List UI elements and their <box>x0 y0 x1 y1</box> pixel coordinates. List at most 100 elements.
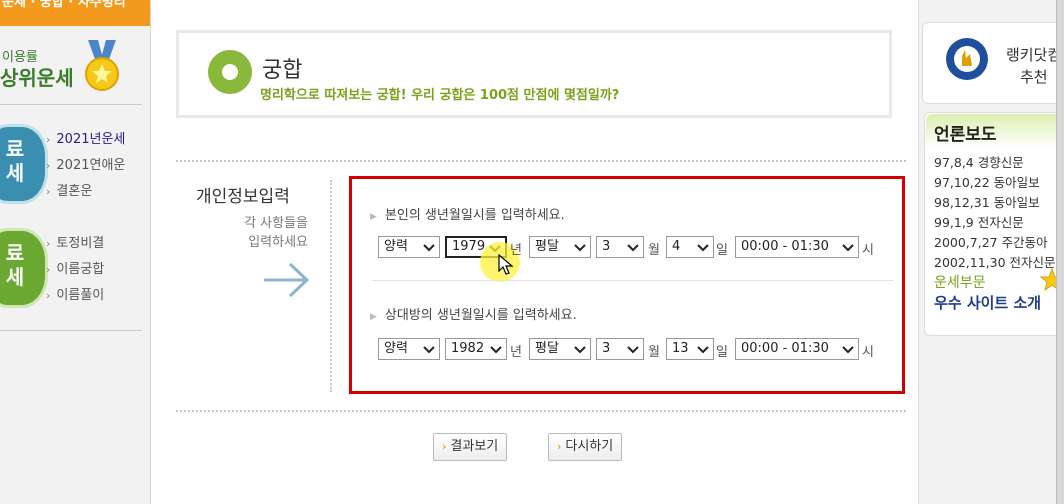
press-item[interactable]: 97,10,22 동아일보 <box>934 172 1040 191</box>
sidebar-item-label: 이름풀이 <box>56 288 105 303</box>
award-title[interactable]: 우수 사이트 소개 <box>934 292 1041 313</box>
sidebar-item-2021-fortune[interactable]: › 2021년운세 <box>46 128 125 147</box>
badge-line: 세 <box>5 161 25 185</box>
person1-day-select[interactable]: 4 <box>666 236 714 258</box>
person2-month-select[interactable]: 3 <box>596 338 644 360</box>
badge-line: 료 <box>5 137 25 161</box>
press-item[interactable]: 2000,7,27 주간동아 <box>934 232 1048 251</box>
page-title: 궁합 <box>262 58 303 83</box>
page-subtitle: 명리학으로 따져보는 궁합! 우리 궁합은 100점 만점에 몇점일까? <box>260 88 620 103</box>
chevron-down-icon <box>627 244 639 252</box>
arrow-right-icon <box>264 262 310 298</box>
rankey-text: 추천 <box>1020 68 1048 86</box>
select-value: 00:00 - 01:30 <box>741 239 829 254</box>
chevron-right-icon: › <box>46 289 51 302</box>
row-divider <box>372 280 894 281</box>
person2-day-select[interactable]: 13 <box>666 338 714 360</box>
chevron-down-icon <box>842 346 854 354</box>
chevron-down-icon <box>697 244 709 252</box>
sidebar-item-tojeong[interactable]: › 토정비결 <box>46 232 104 251</box>
chevron-right-icon: › <box>46 185 51 198</box>
award-category: 운세부문 <box>934 275 986 291</box>
chevron-down-icon <box>627 346 639 354</box>
sidebar-item-name-match[interactable]: › 이름궁합 <box>46 258 104 277</box>
sidebar-item-2021-love[interactable]: › 2021연애운 <box>46 154 125 173</box>
badge-line: 료 <box>5 241 25 265</box>
person2-month-type-select[interactable]: 평달 <box>529 338 591 360</box>
person2-calendar-select[interactable]: 양력 <box>378 338 440 360</box>
usage-title[interactable]: 상위운세 <box>0 62 74 91</box>
chevron-down-icon <box>423 244 435 252</box>
result-button[interactable]: › 결과보기 <box>433 433 508 461</box>
person1-calendar-select[interactable]: 양력 <box>378 236 440 258</box>
select-value: 양력 <box>384 239 408 254</box>
sidebar-divider <box>0 104 142 105</box>
sidebar-item-label: 2021연애운 <box>56 158 126 173</box>
press-title: 언론보도 <box>934 125 997 145</box>
select-value: 4 <box>672 239 681 254</box>
section-description: 입력하세요 <box>248 235 308 250</box>
result-button-label: 결과보기 <box>450 439 499 454</box>
top-banner-text: 운세 · 궁합 · 사주명리 <box>2 0 126 10</box>
rankey-text: 랭키닷컴 <box>1006 46 1062 64</box>
sidebar-item-label: 결혼운 <box>56 184 93 199</box>
retry-button-label: 다시하기 <box>565 439 614 454</box>
section-description: 각 사항들을 <box>244 216 308 231</box>
chevron-right-icon: › <box>442 440 447 453</box>
chevron-down-icon <box>423 346 435 354</box>
chevron-down-icon <box>574 346 586 354</box>
press-item[interactable]: 99,1,9 전자신문 <box>934 212 1024 231</box>
press-item[interactable]: 98,12,31 동아일보 <box>934 192 1040 211</box>
sidebar-item-label: 이름궁합 <box>56 262 105 277</box>
time-unit: 시 <box>862 345 874 360</box>
select-value: 양력 <box>384 341 408 356</box>
rankey-logo-icon <box>946 38 988 80</box>
vertical-dotted-divider <box>330 180 332 392</box>
sidebar-item-marriage[interactable]: › 결혼운 <box>46 180 92 199</box>
window-edge <box>1056 0 1064 504</box>
chevron-right-icon: › <box>46 263 51 276</box>
person1-month-type-select[interactable]: 평달 <box>529 236 591 258</box>
month-unit: 월 <box>648 345 660 360</box>
select-value: 00:00 - 01:30 <box>741 341 829 356</box>
person1-month-select[interactable]: 3 <box>596 236 644 258</box>
time-unit: 시 <box>862 243 874 258</box>
fortune-badge-green: 료 세 <box>0 228 48 308</box>
ring-icon <box>208 50 252 94</box>
person2-year-select[interactable]: 1982 <box>445 338 507 360</box>
person1-time-select[interactable]: 00:00 - 01:30 <box>735 236 859 258</box>
person2-label: ▶ 상대방의 생년월일시를 입력하세요. <box>370 304 577 323</box>
person1-label: ▶ 본인의 생년월일시를 입력하세요. <box>370 204 565 223</box>
select-value: 3 <box>602 239 611 254</box>
section-title: 개인정보입력 <box>196 187 290 207</box>
select-value: 1979 <box>452 239 486 254</box>
year-unit: 년 <box>510 345 522 360</box>
chevron-right-icon: › <box>46 133 51 146</box>
chevron-right-icon: › <box>46 237 51 250</box>
chevron-down-icon <box>842 244 854 252</box>
sidebar-item-label: 2021년운세 <box>56 132 126 147</box>
press-item[interactable]: 97,8,4 경향신문 <box>934 152 1024 171</box>
dotted-divider <box>176 410 906 412</box>
select-value: 3 <box>602 341 611 356</box>
person2-time-select[interactable]: 00:00 - 01:30 <box>735 338 859 360</box>
medal-icon <box>85 40 119 91</box>
sidebar-item-name-reading[interactable]: › 이름풀이 <box>46 284 104 303</box>
sidebar-divider <box>0 330 142 331</box>
select-value: 평달 <box>535 341 559 356</box>
press-item[interactable]: 2002,11,30 전자신문 <box>934 252 1056 271</box>
retry-button[interactable]: › 다시하기 <box>548 433 623 461</box>
top-banner: 운세 · 궁합 · 사주명리 <box>0 0 150 26</box>
select-value: 1982 <box>451 341 485 356</box>
day-unit: 일 <box>716 243 728 258</box>
fortune-badge-blue: 료 세 <box>0 124 48 204</box>
chevron-down-icon <box>574 244 586 252</box>
person2-label-text: 상대방의 생년월일시를 입력하세요. <box>384 308 577 323</box>
badge-line: 세 <box>5 265 25 289</box>
person1-label-text: 본인의 생년월일시를 입력하세요. <box>384 208 565 223</box>
chevron-right-icon: › <box>46 159 51 172</box>
year-unit: 년 <box>510 243 522 258</box>
select-value: 13 <box>672 341 689 356</box>
sidebar-item-label: 토정비결 <box>56 236 105 251</box>
month-unit: 월 <box>648 243 660 258</box>
